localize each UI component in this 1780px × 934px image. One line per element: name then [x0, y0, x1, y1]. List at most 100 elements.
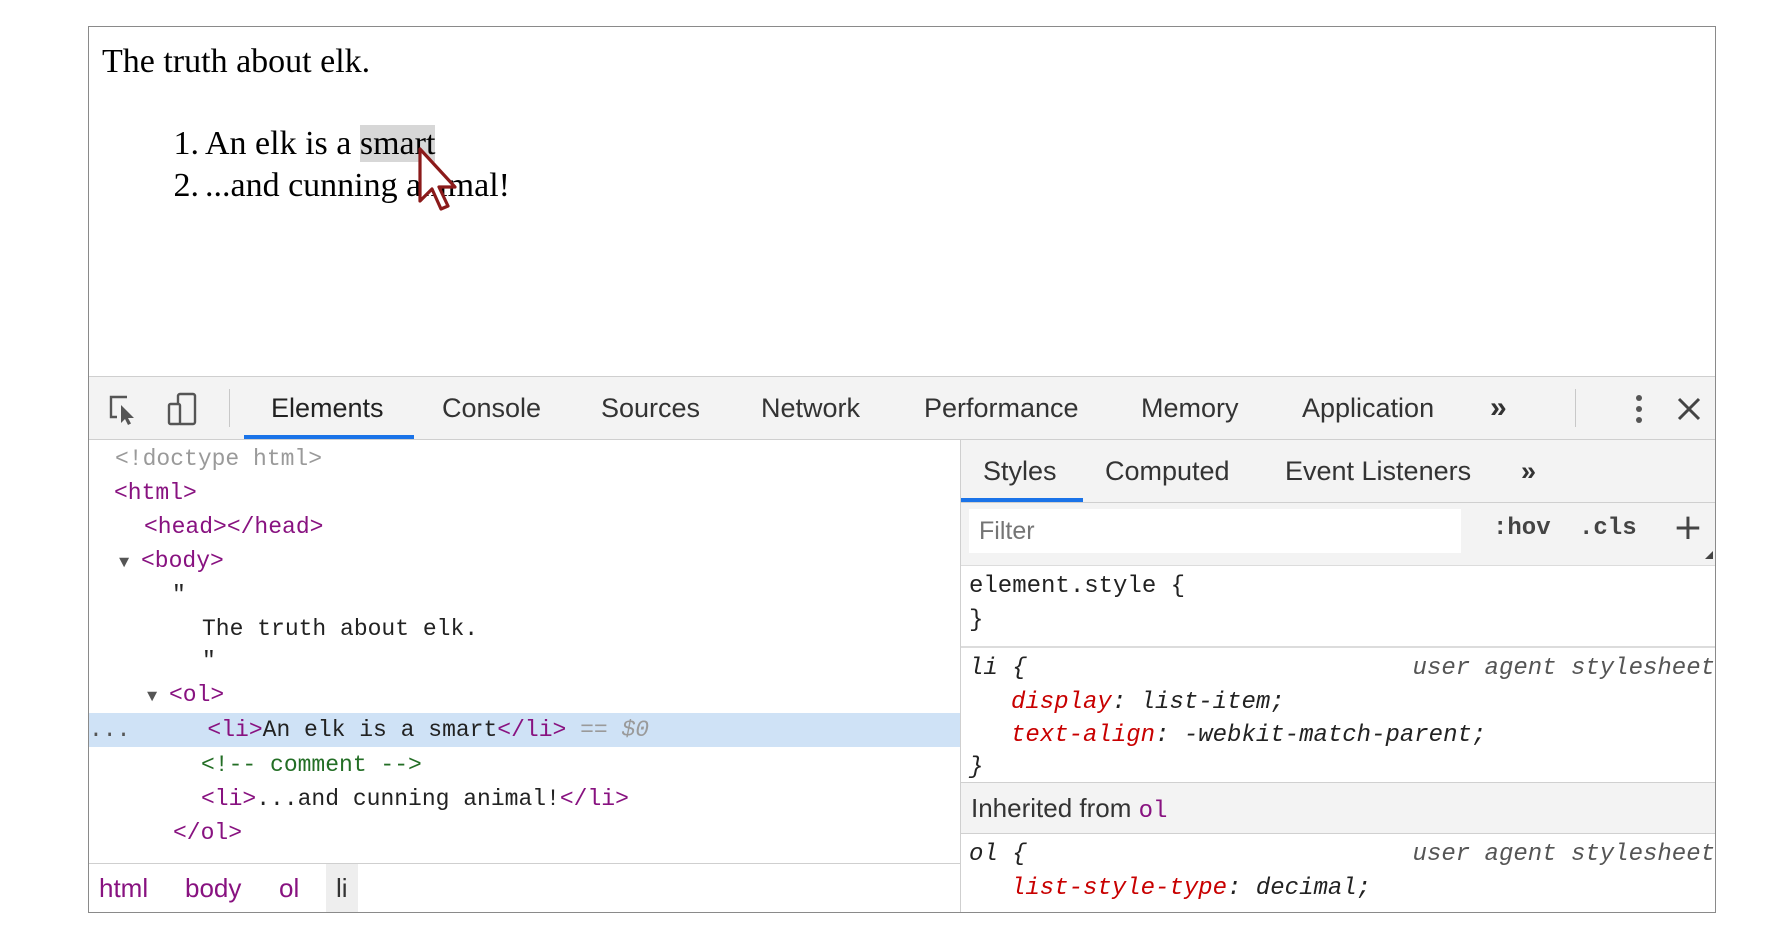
inherited-tag-link[interactable]: ol: [1139, 798, 1168, 825]
ol-close-tag: </ol>: [173, 820, 243, 846]
expand-triangle-icon[interactable]: ▼: [119, 547, 141, 581]
console-ref-label: == $0: [566, 717, 650, 743]
li-style-rule: li { user agent stylesheet display: list-…: [961, 650, 1715, 781]
dom-node-ol-close[interactable]: </ol>: [89, 816, 960, 850]
li-open-tag: <li>: [207, 717, 263, 743]
new-style-rule-button[interactable]: +: [1673, 507, 1703, 548]
head-tag: <head></head>: [144, 514, 324, 540]
inspect-element-icon[interactable]: [105, 391, 141, 427]
styles-filter-bar: :hov .cls +: [961, 503, 1715, 566]
rule-divider: [961, 646, 1715, 648]
property-name: display: [1011, 689, 1112, 716]
rule-selector[interactable]: li {: [969, 655, 1027, 682]
styles-sidebar: Styles Computed Event Listeners » :hov .…: [961, 440, 1715, 912]
dom-node-doctype[interactable]: <!doctype html>: [89, 442, 960, 476]
active-tab-indicator: [244, 435, 414, 439]
rule-close-brace: }: [969, 607, 984, 634]
breadcrumb-html[interactable]: html: [89, 864, 158, 912]
browser-frame: The truth about elk. 1. An elk is a smart…: [88, 26, 1716, 913]
dom-node-html[interactable]: <html>: [89, 476, 960, 510]
breadcrumb-li[interactable]: li: [326, 864, 358, 912]
property-value: decimal;: [1255, 875, 1372, 902]
rule-close-brace: }: [969, 754, 984, 781]
toolbar-divider: [229, 389, 230, 427]
tab-styles[interactable]: Styles: [983, 440, 1057, 502]
list-number: 2.: [173, 167, 200, 204]
dom-node-body[interactable]: ▼ <body>: [89, 544, 960, 578]
tab-application[interactable]: Application: [1302, 377, 1434, 439]
page-heading: The truth about elk.: [102, 43, 371, 80]
dom-node-li[interactable]: <li>...and cunning animal!</li>: [89, 782, 960, 816]
property-name: text-align: [1011, 722, 1156, 749]
filter-input[interactable]: [969, 509, 1461, 553]
doctype-text: <!doctype html>: [115, 446, 323, 472]
tab-network[interactable]: Network: [761, 377, 860, 439]
dom-tree: <!doctype html> <html> <head></head> ▼ <b…: [89, 440, 960, 870]
breadcrumb: html body ol li: [89, 863, 960, 912]
li-text: An elk is a smart: [262, 717, 498, 743]
li-close-tag: </li>: [497, 717, 567, 743]
rule-header: li { user agent stylesheet: [969, 652, 1715, 686]
breadcrumb-body[interactable]: body: [175, 864, 251, 912]
more-tabs-chevron-icon[interactable]: »: [1490, 377, 1507, 439]
rule-header: ol { user agent stylesheet: [969, 838, 1715, 872]
dom-text-quote: ": [89, 578, 960, 612]
toolbar-divider: [1575, 389, 1576, 427]
style-declaration[interactable]: text-align: -webkit-match-parent;: [1011, 719, 1715, 753]
property-value: list-item;: [1140, 689, 1285, 716]
more-tabs-chevron-icon[interactable]: »: [1521, 440, 1536, 502]
list-number: 1.: [173, 125, 200, 162]
ol-tag: <ol>: [169, 682, 225, 708]
text-node-content: The truth about elk.: [202, 616, 479, 642]
quote-mark: ": [172, 582, 186, 608]
dom-text-quote: ": [89, 644, 960, 678]
active-tab-indicator: [961, 498, 1083, 502]
li-text: ...and cunning animal!: [256, 786, 560, 812]
dom-text-node[interactable]: The truth about elk.: [89, 612, 960, 646]
devtools-toolbar: Elements Console Sources Network Perform…: [89, 377, 1715, 440]
tab-sources[interactable]: Sources: [601, 377, 700, 439]
style-declaration[interactable]: display: list-item;: [1011, 686, 1715, 720]
property-value: -webkit-match-parent;: [1183, 722, 1487, 749]
corner-triangle-icon: [1705, 551, 1713, 559]
more-options-icon[interactable]: [1621, 391, 1657, 427]
style-declaration[interactable]: list-style-type: decimal;: [1011, 872, 1715, 906]
rule-origin: user agent stylesheet: [1412, 841, 1715, 868]
comment-text: <!-- comment -->: [201, 752, 422, 778]
li-open-tag: <li>: [201, 786, 257, 812]
dom-node-ol[interactable]: ▼ <ol>: [89, 678, 960, 712]
dom-node-li-selected[interactable]: ... <li>An elk is a smart</li> == $0: [89, 713, 960, 747]
tab-elements[interactable]: Elements: [271, 377, 384, 439]
breadcrumb-ol[interactable]: ol: [269, 864, 309, 912]
inherited-label: Inherited from: [971, 793, 1132, 823]
dom-node-head[interactable]: <head></head>: [89, 510, 960, 544]
html-tag: <html>: [114, 480, 197, 506]
property-name: list-style-type: [1011, 875, 1228, 902]
sidebar-tabs: Styles Computed Event Listeners »: [961, 440, 1715, 503]
body-tag: <body>: [141, 548, 224, 574]
hov-toggle-button[interactable]: :hov: [1493, 515, 1551, 542]
node-menu-dots[interactable]: ...: [89, 717, 130, 743]
device-toolbar-icon[interactable]: [165, 391, 201, 427]
cls-toggle-button[interactable]: .cls: [1579, 515, 1637, 542]
page-viewport: The truth about elk. 1. An elk is a smart…: [89, 27, 1715, 376]
inherited-section-header: Inherited from ol: [961, 782, 1715, 834]
rule-selector[interactable]: element.style {: [969, 570, 1715, 604]
dom-node-comment[interactable]: <!-- comment -->: [89, 748, 960, 782]
li-close-tag: </li>: [559, 786, 629, 812]
tab-console[interactable]: Console: [442, 377, 541, 439]
tab-memory[interactable]: Memory: [1141, 377, 1239, 439]
ol-style-rule: ol { user agent stylesheet list-style-typ…: [961, 836, 1715, 912]
list-text: An elk is a: [205, 125, 360, 162]
rule-selector[interactable]: ol {: [969, 841, 1027, 868]
tab-performance[interactable]: Performance: [924, 377, 1079, 439]
quote-mark: ": [202, 648, 216, 674]
close-icon[interactable]: [1671, 391, 1707, 427]
element-style-rule: element.style { }: [961, 566, 1715, 642]
rule-origin: user agent stylesheet: [1412, 655, 1715, 682]
expand-triangle-icon[interactable]: ▼: [147, 681, 169, 715]
tab-event-listeners[interactable]: Event Listeners: [1285, 440, 1471, 502]
tab-computed[interactable]: Computed: [1105, 440, 1230, 502]
devtools-panel: Elements Console Sources Network Perform…: [89, 376, 1715, 912]
list-text: ...and cunning animal!: [205, 167, 510, 204]
